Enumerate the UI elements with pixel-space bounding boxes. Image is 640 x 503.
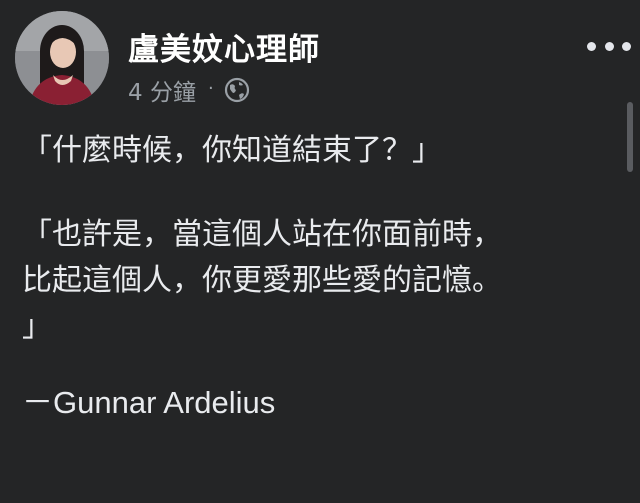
more-dot [587,41,596,51]
post-text-line: 「什麼時候，你知道結束了？」 [22,133,442,168]
post-timestamp[interactable]: 4 分鐘 [128,73,196,107]
post-text-line: 「也許是，當這個人站在你面前時， [22,217,502,252]
post-text-line: 」 [22,309,52,344]
more-dot [622,41,631,51]
more-options-icon[interactable] [587,36,631,56]
scrollbar[interactable] [627,102,633,172]
avatar-photo [15,11,109,105]
globe-icon[interactable] [224,77,250,103]
more-dot [604,41,614,51]
post-meta: 4 分鐘 · [128,74,250,106]
author-avatar[interactable] [15,11,109,105]
author-name[interactable]: 盧美妏心理師 [128,24,320,69]
meta-separator: · [207,77,214,99]
facebook-post: 盧美妏心理師 4 分鐘 · 「什麼時候，你知道結束了？」 「也許是，當這個人站在… [0,0,640,503]
post-body: 「什麼時候，你知道結束了？」 「也許是，當這個人站在你面前時， 比起這個人，你更… [22,128,622,426]
quote-author: －Gunnar Ardelius [22,385,276,420]
post-text-line: 比起這個人，你更愛那些愛的記憶。 [22,263,502,298]
